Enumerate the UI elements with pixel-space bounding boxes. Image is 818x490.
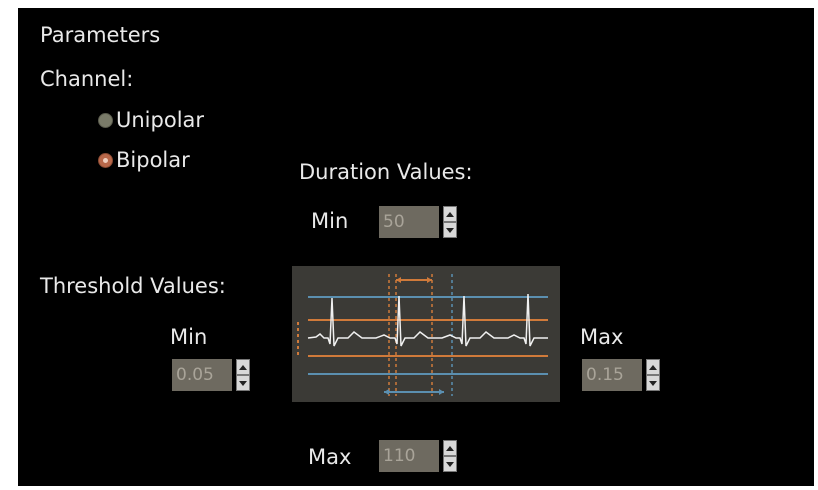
channel-label: Channel: bbox=[40, 67, 134, 91]
radio-bipolar-label: Bipolar bbox=[116, 148, 190, 172]
threshold-max-down-button[interactable] bbox=[646, 375, 660, 391]
radio-unipolar-label: Unipolar bbox=[116, 108, 205, 132]
duration-min-label: Min bbox=[311, 209, 349, 233]
threshold-min-label: Min bbox=[170, 325, 208, 349]
arrow-down-icon bbox=[239, 380, 247, 386]
arrow-up-icon bbox=[649, 364, 657, 370]
page-title: Parameters bbox=[40, 23, 161, 47]
threshold-values-label: Threshold Values: bbox=[40, 274, 226, 298]
duration-values-label: Duration Values: bbox=[299, 160, 473, 184]
threshold-max-label: Max bbox=[580, 325, 624, 349]
threshold-duration-diagram bbox=[292, 266, 560, 402]
duration-min-spinner[interactable]: 50 bbox=[379, 206, 457, 238]
threshold-min-spinner[interactable]: 0.05 bbox=[172, 359, 250, 391]
threshold-max-spinner[interactable]: 0.15 bbox=[582, 359, 660, 391]
threshold-max-up-button[interactable] bbox=[646, 359, 660, 375]
threshold-min-up-button[interactable] bbox=[236, 359, 250, 375]
threshold-max-value[interactable]: 0.15 bbox=[582, 359, 642, 391]
duration-min-up-button[interactable] bbox=[443, 206, 457, 222]
threshold-min-down-button[interactable] bbox=[236, 375, 250, 391]
arrow-down-icon bbox=[446, 461, 454, 467]
duration-min-value[interactable]: 50 bbox=[379, 206, 439, 238]
threshold-min-value[interactable]: 0.05 bbox=[172, 359, 232, 391]
parameters-panel: Parameters Channel: Unipolar Bipolar Dur… bbox=[18, 8, 814, 486]
radio-unipolar-icon bbox=[98, 112, 113, 128]
duration-max-up-button[interactable] bbox=[443, 440, 457, 456]
arrow-down-icon bbox=[446, 227, 454, 233]
radio-unipolar[interactable]: Unipolar bbox=[98, 108, 204, 132]
duration-max-arrow-right bbox=[439, 389, 444, 395]
duration-max-label: Max bbox=[308, 445, 352, 469]
arrow-up-icon bbox=[446, 445, 454, 451]
arrow-up-icon bbox=[446, 211, 454, 217]
duration-max-arrow-left bbox=[384, 389, 389, 395]
duration-min-down-button[interactable] bbox=[443, 222, 457, 238]
duration-max-spinner[interactable]: 110 bbox=[379, 440, 457, 472]
arrow-down-icon bbox=[649, 380, 657, 386]
arrow-up-icon bbox=[239, 364, 247, 370]
ecg-diagram-svg bbox=[297, 274, 548, 396]
radio-bipolar[interactable]: Bipolar bbox=[98, 148, 190, 172]
duration-max-value[interactable]: 110 bbox=[379, 440, 439, 472]
duration-max-down-button[interactable] bbox=[443, 456, 457, 472]
radio-bipolar-icon bbox=[98, 152, 113, 168]
